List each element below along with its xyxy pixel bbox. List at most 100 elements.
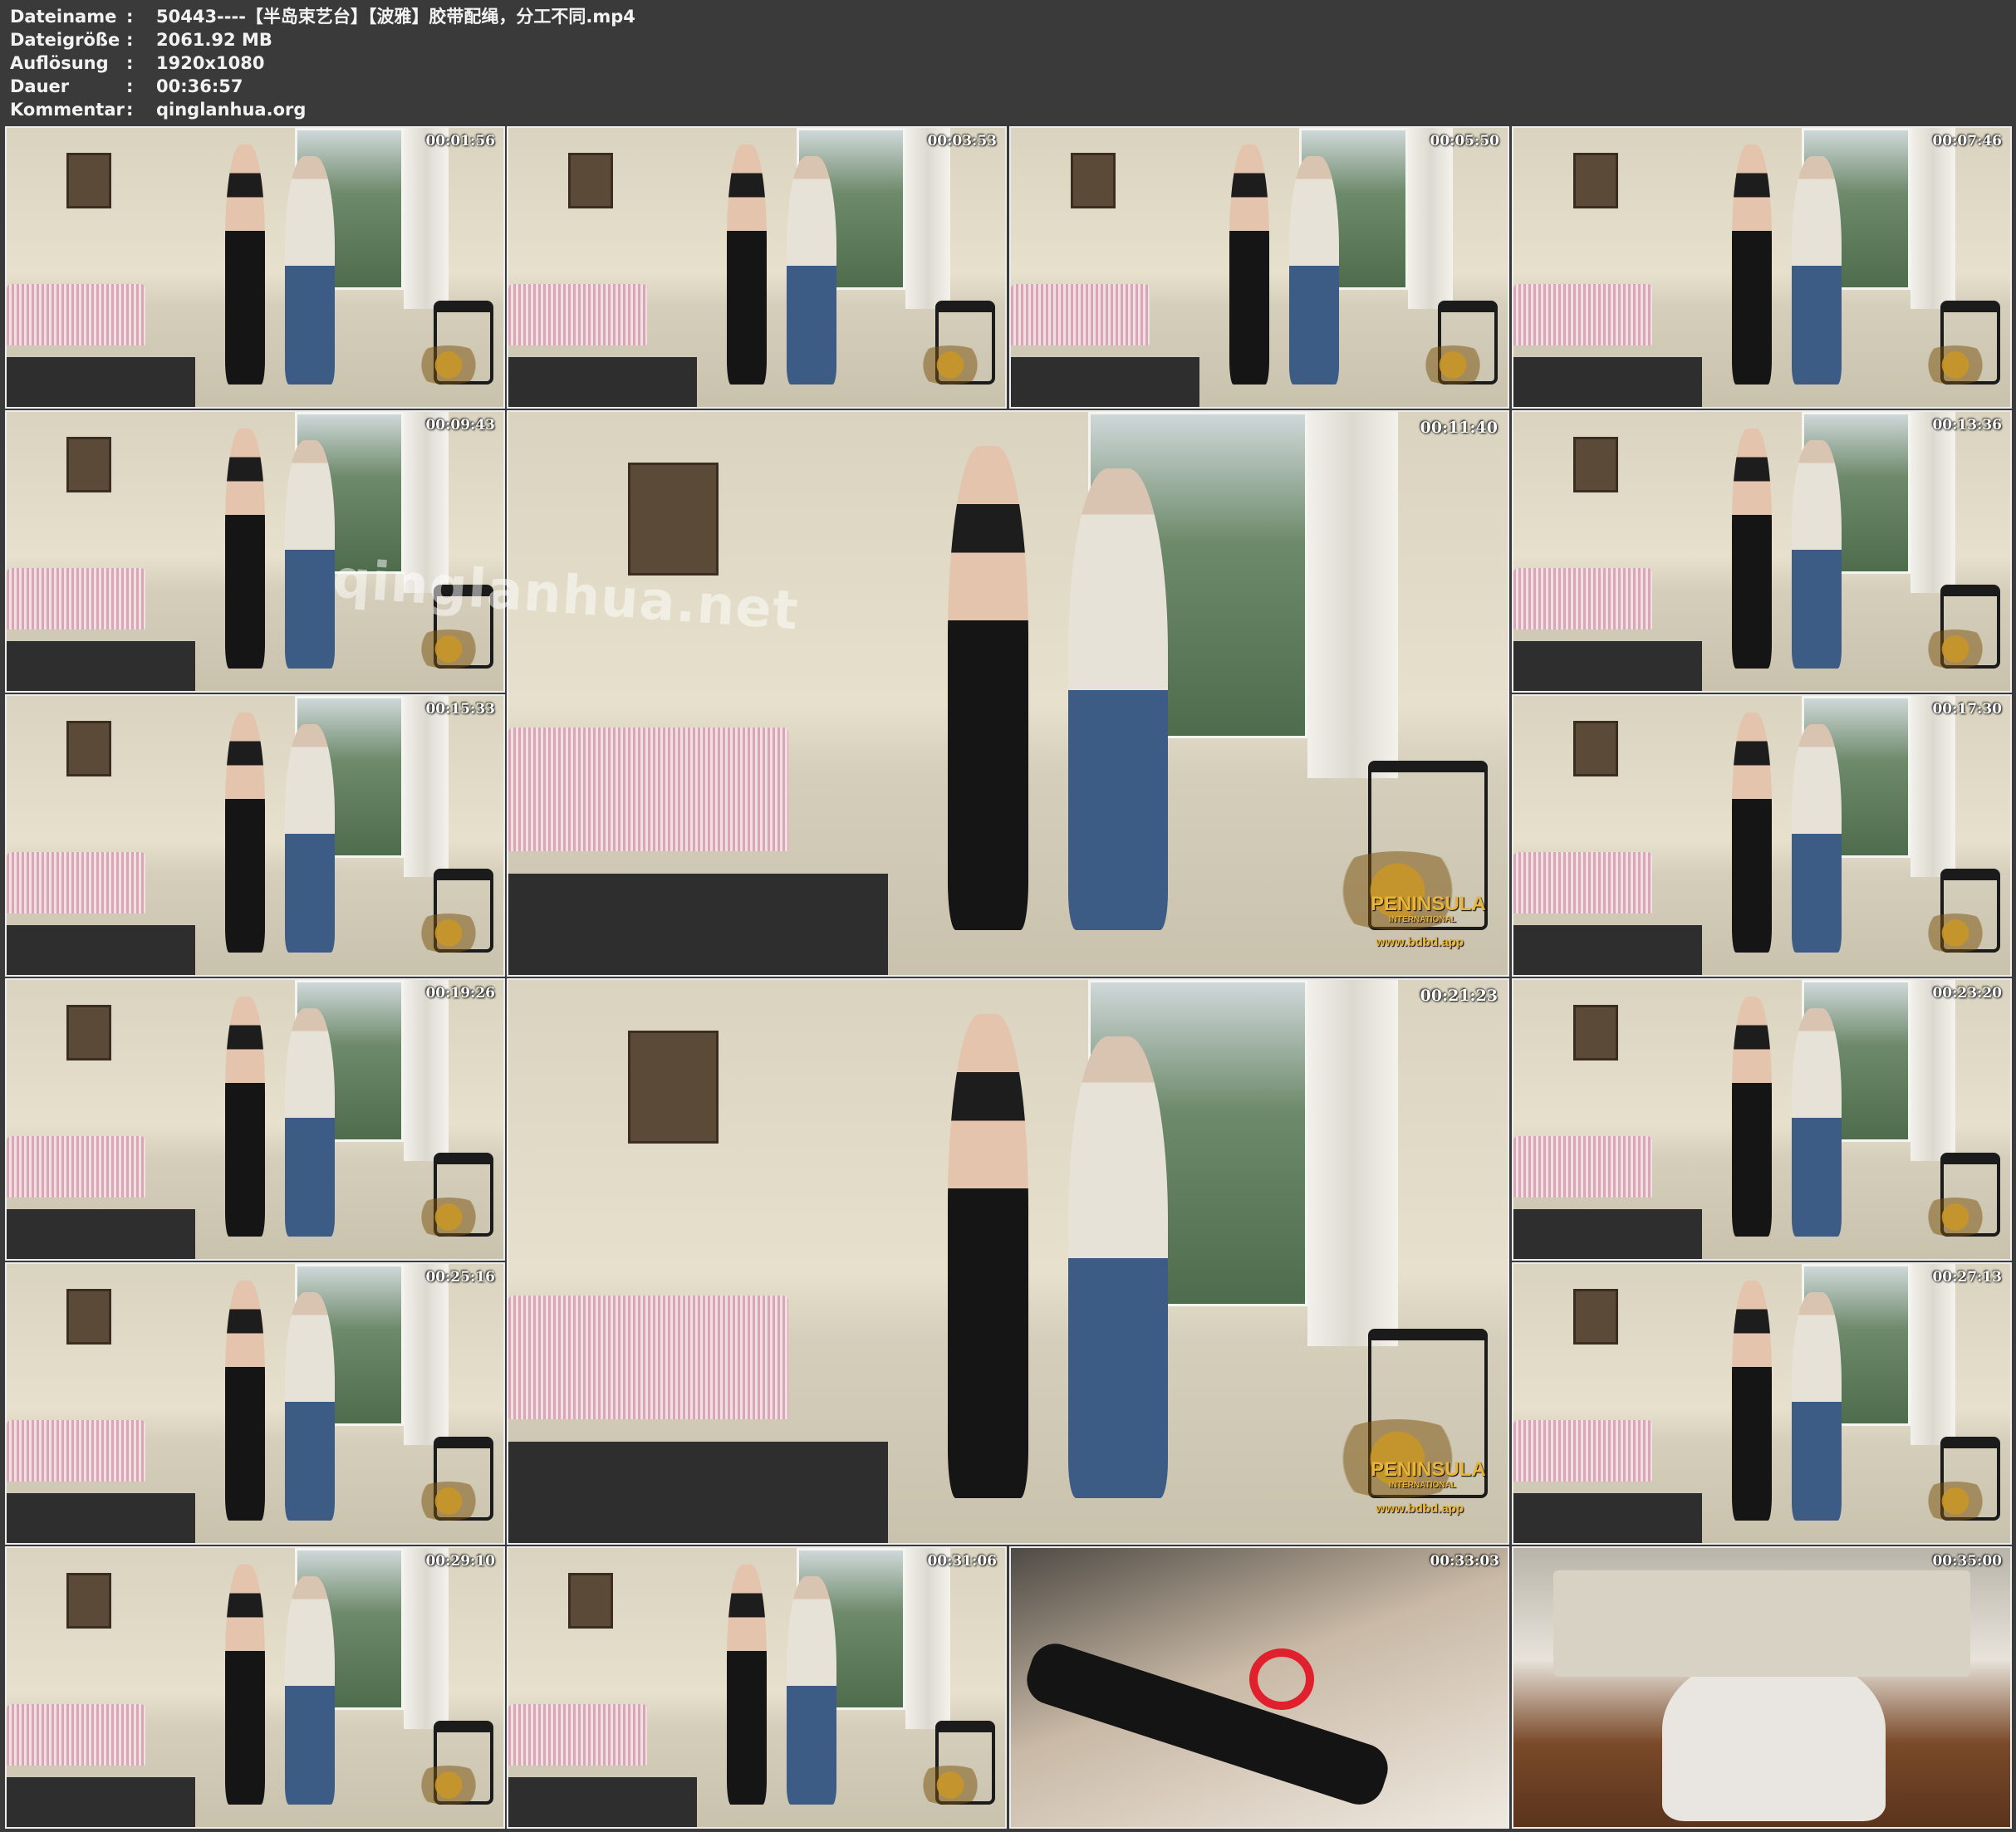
video-thumbnail[interactable]: 00:31:06 (507, 1546, 1007, 1829)
scene-logo (1413, 345, 1494, 385)
scene-sofa (1513, 1136, 1653, 1198)
scene-person2 (1067, 468, 1168, 930)
video-thumbnail[interactable]: 00:29:10 (5, 1546, 505, 1829)
scene-logo (1915, 914, 1996, 953)
scene-person (225, 145, 265, 385)
scene-bed (1552, 1570, 1971, 1677)
scene-person (225, 429, 265, 669)
scene-frame (66, 153, 111, 209)
scene-sofa (1513, 284, 1653, 346)
scene-frame (628, 463, 719, 576)
timestamp-label: 00:05:50 (1430, 133, 1499, 149)
scene-logo (409, 914, 489, 953)
scene-person (1732, 429, 1772, 669)
scene-person2 (786, 155, 836, 385)
video-thumbnail[interactable]: 00:27:13 (1512, 1262, 2012, 1545)
thumbnail-image (7, 128, 503, 407)
scene-person (225, 1281, 265, 1521)
video-thumbnail[interactable]: 00:21:23 (507, 978, 1509, 1545)
scene-logo (409, 1766, 489, 1805)
scene-rug (1513, 1492, 1703, 1543)
scene-logo (409, 629, 489, 669)
video-thumbnail[interactable]: 00:15:33 (5, 694, 505, 977)
scene-leg (1020, 1637, 1394, 1811)
video-thumbnail[interactable]: 00:35:00 (1512, 1546, 2012, 1829)
scene-sofa (7, 568, 146, 630)
scene-frame (628, 1031, 719, 1144)
thumbnail-image (7, 980, 503, 1259)
scene-curtain (905, 128, 951, 310)
thumbnail-image (1513, 696, 2010, 975)
video-thumbnail[interactable]: 00:33:03 (1009, 1546, 1509, 1829)
scene-person2 (1791, 439, 1842, 669)
video-thumbnail[interactable]: 00:11:40 (507, 410, 1509, 977)
scene-person (1732, 1281, 1772, 1521)
video-thumbnail[interactable]: 00:19:26 (5, 978, 505, 1261)
thumbnail-image (7, 1548, 503, 1827)
timestamp-label: 00:15:33 (425, 701, 495, 718)
scene-frame (1572, 437, 1618, 493)
timestamp-label: 00:07:46 (1932, 133, 2002, 149)
scene-person (727, 145, 767, 385)
thumbnail-image (508, 1548, 1005, 1827)
scene-person2 (284, 723, 335, 953)
video-thumbnail[interactable]: 00:07:46 (1512, 126, 2012, 409)
thumbnail-image (7, 696, 503, 975)
scene-curtain (1911, 412, 1956, 594)
timestamp-label: 00:09:43 (425, 417, 495, 434)
video-thumbnail[interactable]: 00:03:53 (507, 126, 1007, 409)
scene-curtain (1307, 412, 1398, 778)
logo-sub-2: INTERNATIONAL (1389, 1481, 1456, 1490)
scene-sofa (7, 284, 146, 346)
scene-logo (1915, 1198, 1996, 1237)
video-thumbnail[interactable]: 00:09:43 (5, 410, 505, 693)
scene-person2 (1791, 1007, 1842, 1237)
timestamp-label: 00:23:20 (1932, 985, 2002, 1002)
logo-sub: INTERNATIONAL (1389, 915, 1456, 924)
timestamp-label: 00:19:26 (425, 985, 495, 1002)
scene-person2 (1791, 723, 1842, 953)
scene-frame (66, 1289, 111, 1345)
scene-sofa (508, 1295, 788, 1419)
logo-url: www.bdbd.app (1376, 935, 1464, 949)
scene-rug (508, 1441, 889, 1543)
scene-logo (409, 345, 489, 385)
thumbnail-image (1513, 1548, 2010, 1827)
scene-curtain (404, 980, 449, 1162)
video-thumbnail[interactable]: 00:13:36 (1512, 410, 2012, 693)
scene-rug (7, 1776, 196, 1827)
video-thumbnail[interactable]: 00:01:56 (5, 126, 505, 409)
scene-person2 (284, 1291, 335, 1521)
timestamp-label: 00:17:30 (1932, 701, 2002, 718)
thumbnail-image (1513, 980, 2010, 1259)
thumbnail-grid: 00:01:56 00:03:53 00:05:50 00:07:46 00:09:43… (0, 0, 2016, 1832)
scene-curtain (1911, 1264, 1956, 1446)
scene-back (1662, 1653, 1886, 1822)
logo-brand: PENINSULA (1371, 893, 1486, 915)
scene-frame (1572, 153, 1618, 209)
scene-frame (1572, 1289, 1618, 1345)
scene-logo (910, 1766, 991, 1805)
timestamp-label: 00:03:53 (927, 133, 997, 149)
video-thumbnail[interactable]: 00:05:50 (1009, 126, 1509, 409)
scene-rug (508, 873, 889, 975)
scene-logo (409, 1198, 489, 1237)
video-thumbnail[interactable]: 00:25:16 (5, 1262, 505, 1545)
scene-sofa (1513, 1420, 1653, 1482)
scene-person2 (786, 1575, 836, 1805)
video-thumbnail[interactable]: 00:17:30 (1512, 694, 2012, 977)
thumbnail-image (508, 412, 1508, 975)
scene-frame (66, 437, 111, 493)
scene-person (948, 1013, 1028, 1498)
scene-curtain (404, 696, 449, 878)
scene-sofa (508, 727, 788, 851)
timestamp-label: 00:35:00 (1932, 1553, 2002, 1570)
scene-sofa (7, 852, 146, 914)
scene-rug (7, 1492, 196, 1543)
timestamp-label: 00:01:56 (425, 133, 495, 149)
scene-person (1732, 997, 1772, 1237)
thumbnail-image (508, 980, 1508, 1543)
video-thumbnail[interactable]: 00:23:20 (1512, 978, 2012, 1261)
scene-sofa (1513, 568, 1653, 630)
scene-curtain (404, 128, 449, 310)
